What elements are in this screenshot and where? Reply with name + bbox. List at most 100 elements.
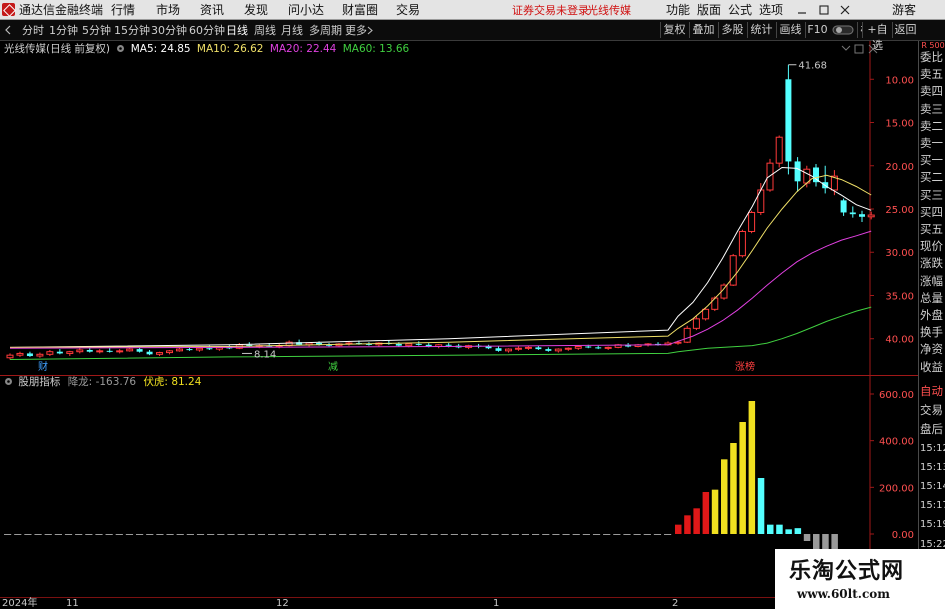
panel-label: 盘后: [920, 422, 943, 437]
trade-login-notice[interactable]: 证券交易未登录: [512, 4, 589, 18]
indicator-bar-grey: [664, 534, 672, 535]
candle-body: [711, 297, 719, 310]
menu-item-function[interactable]: 功能: [666, 3, 690, 17]
period-tab-30min[interactable]: 30分钟: [151, 24, 187, 37]
menu-item-wealth[interactable]: 财富圈: [342, 3, 378, 17]
candle-body: [595, 347, 602, 349]
indicator-bar-grey: [136, 534, 144, 535]
menu-item-ask[interactable]: 问小达: [288, 3, 324, 17]
panel-label: 委比: [920, 50, 943, 64]
toggle-icon[interactable]: [832, 24, 854, 36]
stats-button[interactable]: 统计: [747, 22, 775, 38]
period-tab-timeshare[interactable]: 分时: [22, 24, 44, 37]
period-tab-15min[interactable]: 15分钟: [114, 24, 150, 37]
back-button[interactable]: 返回: [892, 22, 918, 38]
period-tab-1min[interactable]: 1分钟: [49, 24, 78, 37]
period-tab-monthly[interactable]: 月线: [281, 24, 303, 37]
indicator-gear-icon[interactable]: [4, 377, 13, 386]
candle-body: [36, 353, 44, 357]
indicator-bar-grey: [349, 534, 357, 535]
settings-gear-icon[interactable]: [116, 44, 125, 53]
candle-body: [86, 349, 93, 352]
candle-body: [859, 214, 865, 217]
panel-label: 净资: [920, 342, 943, 357]
multi-stock-button[interactable]: 多股: [718, 22, 746, 38]
candle-body: [26, 353, 33, 357]
candle-body: [156, 352, 164, 355]
adjust-button[interactable]: 复权: [660, 22, 688, 38]
indicator-bar-rally: [730, 443, 737, 534]
price-tick-label: 35.00: [885, 291, 914, 302]
menu-item-news[interactable]: 资讯: [200, 3, 224, 17]
candle-body: [195, 347, 203, 351]
indicator-bar-grey: [440, 534, 448, 535]
time-label-feb: 2: [672, 598, 679, 609]
price-tick-label: 40.00: [885, 335, 914, 346]
period-tab-60min[interactable]: 60分钟: [189, 24, 225, 37]
indicator-name: 股朋指标: [18, 376, 61, 388]
overlay-button[interactable]: 叠加: [689, 22, 717, 38]
menu-item-discover[interactable]: 发现: [244, 3, 268, 17]
indicator-bar-rally: [767, 524, 774, 534]
time-label-nov: 11: [66, 598, 79, 609]
add-watchlist-button[interactable]: +自选: [862, 22, 892, 52]
candle-body: [485, 346, 492, 349]
indicator-bar-grey: [460, 534, 469, 535]
candle-body: [524, 346, 532, 349]
candle-body: [729, 255, 737, 286]
panel-label: 买一: [920, 153, 943, 168]
menu-item-market[interactable]: 市场: [156, 3, 180, 17]
indicator-bar-grey: [34, 534, 42, 535]
indicator-bar-grey: [501, 534, 509, 535]
panel-label: 总量: [920, 290, 943, 305]
candle-body: [445, 344, 452, 346]
kline-chart[interactable]: 40.00 35.00 30.00 25.00 20.00 15.00 10.00 41.68…: [0, 41, 918, 376]
indicator-bar-grey: [64, 534, 73, 535]
chevron-right-icon[interactable]: [367, 26, 373, 35]
event-marker-2: 涨榜: [735, 360, 755, 373]
guest-user[interactable]: 游客: [892, 3, 916, 17]
period-tab-weekly[interactable]: 周线: [254, 24, 276, 37]
ma5-line: [9, 166, 872, 348]
menu-bar: 通达信金融终端 行情 市场 资讯 发现 问小达 财富圈 交易 证券交易未登录 光…: [0, 0, 945, 20]
menu-item-options[interactable]: 选项: [759, 3, 783, 17]
close-icon[interactable]: [840, 5, 850, 15]
panel-label: 买三: [920, 187, 943, 202]
chevron-left-icon[interactable]: [4, 25, 12, 35]
candle-body: [702, 308, 710, 320]
candle-body: [683, 327, 691, 343]
draw-line-button[interactable]: 画线: [776, 22, 804, 38]
period-tab-more[interactable]: 更多: [345, 24, 367, 37]
candle-body: [766, 162, 774, 191]
menu-item-formula[interactable]: 公式: [728, 3, 752, 17]
period-tab-multi[interactable]: 多周期: [309, 24, 342, 37]
menu-item-layout[interactable]: 版面: [697, 3, 721, 17]
app-logo-icon: [2, 3, 15, 16]
price-tick-label: 30.00: [885, 248, 914, 259]
panel-label: 买四: [920, 204, 943, 219]
indicator-bar-grey: [389, 534, 398, 535]
candle-body: [116, 350, 124, 353]
candle-body: [166, 350, 174, 354]
app-title: 通达信金融终端: [19, 3, 104, 17]
indicator-bar-grey: [176, 534, 184, 535]
maximize-icon[interactable]: [819, 5, 829, 15]
indicator-bar-grey: [582, 534, 590, 535]
period-tab-5min[interactable]: 5分钟: [82, 24, 111, 37]
indicator-bar-grey: [328, 534, 337, 535]
candle-body: [6, 354, 14, 359]
time-label-2024: 2024年: [2, 598, 38, 609]
panel-label: 卖一: [920, 136, 943, 150]
candle-body: [395, 343, 402, 346]
indicator-bar-grey: [44, 534, 52, 535]
f10-button[interactable]: F10: [805, 22, 829, 38]
menu-item-trade[interactable]: 交易: [396, 3, 420, 17]
indicator-bar-grey: [288, 534, 296, 535]
panel-label: 15:17: [920, 500, 945, 512]
indicator-bar-grey: [186, 534, 194, 535]
indicator-bar-rally: [739, 422, 746, 534]
period-tab-daily[interactable]: 日线: [226, 24, 248, 37]
menu-item-quotes[interactable]: 行情: [111, 3, 135, 17]
minimize-icon[interactable]: [797, 5, 807, 15]
indicator-bar-grey: [592, 534, 601, 535]
